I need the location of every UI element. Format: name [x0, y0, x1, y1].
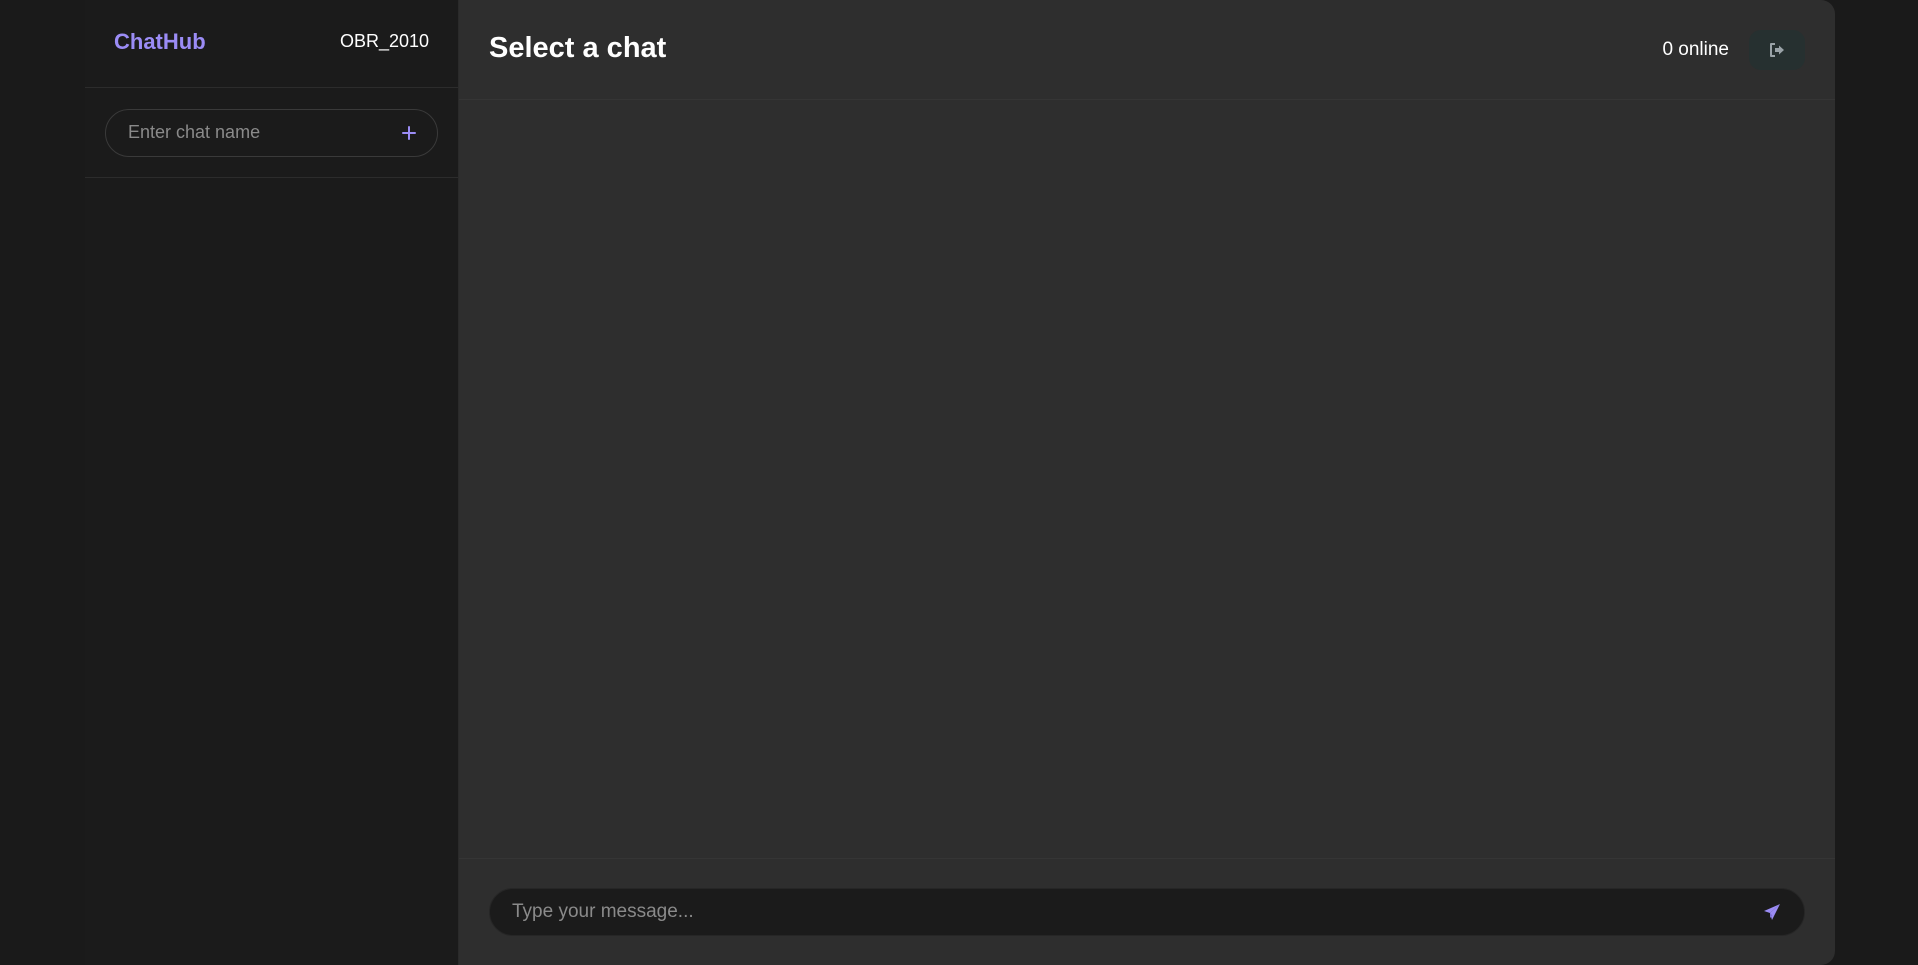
- current-username: OBR_2010: [339, 31, 429, 51]
- message-input[interactable]: [510, 900, 1758, 924]
- logout-icon: [1770, 42, 1784, 57]
- sidebar-header: ChatHub OBR_2010: [85, 0, 458, 88]
- app-window: ChatHub OBR_2010 Select a chat 0 online: [85, 0, 1835, 965]
- message-composer: [459, 858, 1835, 965]
- new-chat-form: [105, 108, 438, 157]
- header-actions: 0 online: [1662, 29, 1805, 70]
- plus-icon: [402, 125, 416, 140]
- sidebar: ChatHub OBR_2010: [85, 0, 459, 965]
- page-title: Select a chat: [489, 32, 667, 64]
- new-chat-area: [85, 88, 458, 178]
- chat-main: Select a chat 0 online: [459, 0, 1835, 965]
- brand-logo[interactable]: ChatHub: [114, 29, 206, 55]
- add-chat-button[interactable]: [395, 119, 423, 147]
- logout-button[interactable]: [1749, 29, 1805, 70]
- send-icon: [1764, 904, 1780, 920]
- chat-header: Select a chat 0 online: [459, 0, 1835, 100]
- message-form: [489, 888, 1805, 936]
- online-count: 0 online: [1662, 38, 1729, 60]
- messages-area: [459, 100, 1835, 858]
- chat-name-input[interactable]: [126, 121, 395, 144]
- send-button[interactable]: [1758, 898, 1786, 926]
